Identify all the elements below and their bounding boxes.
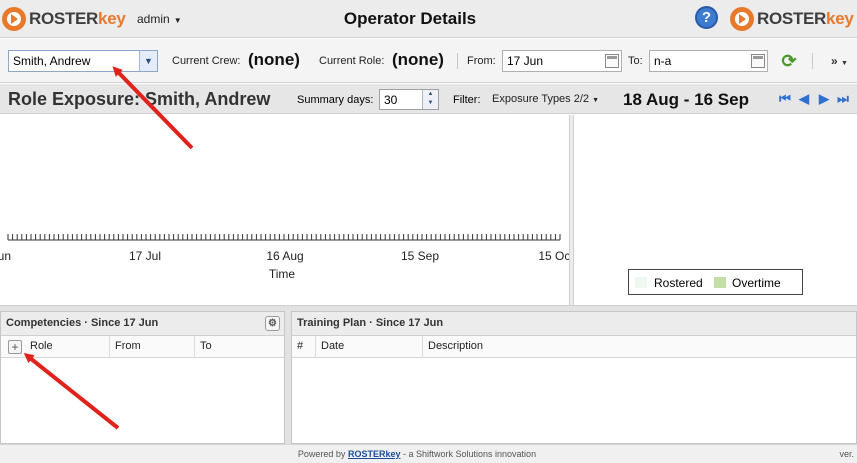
x-axis-label: Time bbox=[269, 267, 296, 281]
footer: Powered by ROSTERkey - a Shiftwork Solut… bbox=[0, 444, 857, 463]
column-header-role[interactable]: Role bbox=[25, 336, 110, 358]
x-tick-label: 15 Oct bbox=[538, 249, 569, 263]
gear-icon[interactable]: ⚙ bbox=[265, 316, 280, 331]
chevron-down-icon[interactable]: ▼ bbox=[139, 51, 157, 71]
competencies-columns: + Role From To bbox=[1, 336, 284, 358]
operator-select-value: Smith, Andrew bbox=[13, 54, 91, 68]
app-header: ROSTERkey admin ▼ Operator Details ? ROST… bbox=[0, 0, 857, 38]
logo-text-part1: ROSTER bbox=[757, 9, 827, 28]
summary-days-value: 30 bbox=[384, 93, 398, 107]
version-label: ver. bbox=[839, 449, 854, 459]
exposure-chart-pane: 17 Jun 17 Jul 16 Aug 15 Sep 15 Oct Time bbox=[0, 115, 574, 305]
from-date-field[interactable]: 17 Jun bbox=[502, 50, 622, 72]
filter-value: Exposure Types 2/2 bbox=[492, 93, 590, 105]
competencies-header: Competencies · Since 17 Jun ⚙ bbox=[1, 312, 284, 336]
filter-label: Filter: bbox=[453, 94, 481, 106]
legend-pane: Rostered Overtime bbox=[574, 115, 857, 305]
calendar-icon[interactable] bbox=[751, 54, 765, 68]
current-crew-value: (none) bbox=[248, 50, 300, 69]
powered-prefix: Powered by bbox=[297, 449, 346, 459]
rosterkey-link[interactable]: ROSTERkey bbox=[348, 449, 401, 459]
toolbar-divider bbox=[457, 53, 458, 69]
legend-label-overtime: Overtime bbox=[732, 276, 781, 290]
logo-text-part2: key bbox=[826, 9, 854, 28]
exposure-types-filter[interactable]: Exposure Types 2/2 ▼ bbox=[492, 93, 599, 105]
training-plan-panel: Training Plan · Since 17 Jun # Date Desc… bbox=[291, 311, 857, 444]
x-tick-label: 17 Jul bbox=[129, 249, 161, 263]
legend-swatch-rostered bbox=[635, 277, 647, 288]
competencies-panel: Competencies · Since 17 Jun ⚙ + Role Fro… bbox=[0, 311, 285, 444]
rosterkey-logo-icon bbox=[730, 7, 754, 31]
training-plan-header: Training Plan · Since 17 Jun bbox=[292, 312, 856, 336]
summary-days-spinner[interactable]: 30 ▲ ▼ bbox=[379, 89, 439, 110]
help-icon[interactable]: ? bbox=[695, 6, 718, 29]
training-plan-title: Training Plan · Since 17 Jun bbox=[297, 317, 444, 329]
rosterkey-logo-right: ROSTERkey bbox=[730, 6, 854, 32]
column-header-date[interactable]: Date bbox=[316, 336, 423, 358]
column-header-number[interactable]: # bbox=[292, 336, 316, 358]
column-header-from[interactable]: From bbox=[110, 336, 195, 358]
caret-down-icon: ▼ bbox=[841, 60, 848, 67]
x-tick-label: 16 Aug bbox=[266, 249, 303, 263]
caret-down-icon: ▼ bbox=[592, 97, 600, 104]
legend-swatch-overtime bbox=[714, 277, 726, 288]
calendar-icon[interactable] bbox=[605, 54, 619, 68]
more-menu-button[interactable]: » ▼ bbox=[831, 54, 848, 68]
role-exposure-bar: Role Exposure: Smith, Andrew Summary day… bbox=[0, 84, 857, 114]
column-header-description[interactable]: Description bbox=[423, 336, 856, 358]
nav-next-icon[interactable]: ▶ bbox=[817, 91, 831, 107]
column-header-to[interactable]: To bbox=[195, 336, 281, 358]
more-menu-label: » bbox=[831, 54, 838, 68]
training-plan-columns: # Date Description bbox=[292, 336, 856, 358]
current-role-value: (none) bbox=[392, 50, 444, 69]
legend-label-rostered: Rostered bbox=[654, 276, 703, 290]
powered-suffix: - a Shiftwork Solutions innovation bbox=[403, 449, 537, 459]
chart-legend: Rostered Overtime bbox=[628, 269, 803, 295]
nav-first-icon[interactable]: ⏮ bbox=[778, 91, 792, 107]
from-date-value: 17 Jun bbox=[507, 54, 544, 68]
role-exposure-title: Role Exposure: Smith, Andrew bbox=[8, 89, 271, 109]
operator-select[interactable]: Smith, Andrew ▼ bbox=[8, 50, 158, 72]
operator-toolbar: Smith, Andrew ▼ Current Crew: (none) Cur… bbox=[0, 39, 857, 83]
exposure-chart: 17 Jun 17 Jul 16 Aug 15 Sep 15 Oct Time bbox=[0, 234, 574, 281]
nav-prev-icon[interactable]: ◀ bbox=[797, 91, 811, 107]
powered-by-text: Powered by ROSTERkey - a Shiftwork Solut… bbox=[0, 449, 834, 459]
spinner-arrows-icon[interactable]: ▲ ▼ bbox=[422, 90, 438, 109]
to-date-field[interactable]: n-a bbox=[649, 50, 768, 72]
x-tick-label: 17 Jun bbox=[0, 249, 11, 263]
summary-days-label: Summary days: bbox=[297, 94, 374, 106]
nav-last-icon[interactable]: ⏭ bbox=[836, 91, 850, 107]
x-tick-label: 15 Sep bbox=[401, 249, 439, 263]
current-crew-label: Current Crew: bbox=[172, 55, 241, 67]
toolbar-divider bbox=[812, 53, 813, 69]
to-date-value: n-a bbox=[654, 54, 672, 68]
refresh-icon[interactable]: ⟳ bbox=[779, 51, 799, 71]
add-competency-button[interactable]: + bbox=[8, 340, 22, 354]
from-label: From: bbox=[467, 55, 496, 67]
to-label: To: bbox=[628, 55, 643, 67]
date-range-label: 18 Aug - 16 Sep bbox=[623, 90, 749, 109]
current-role-label: Current Role: bbox=[319, 55, 385, 67]
competencies-title: Competencies · Since 17 Jun bbox=[6, 317, 159, 329]
